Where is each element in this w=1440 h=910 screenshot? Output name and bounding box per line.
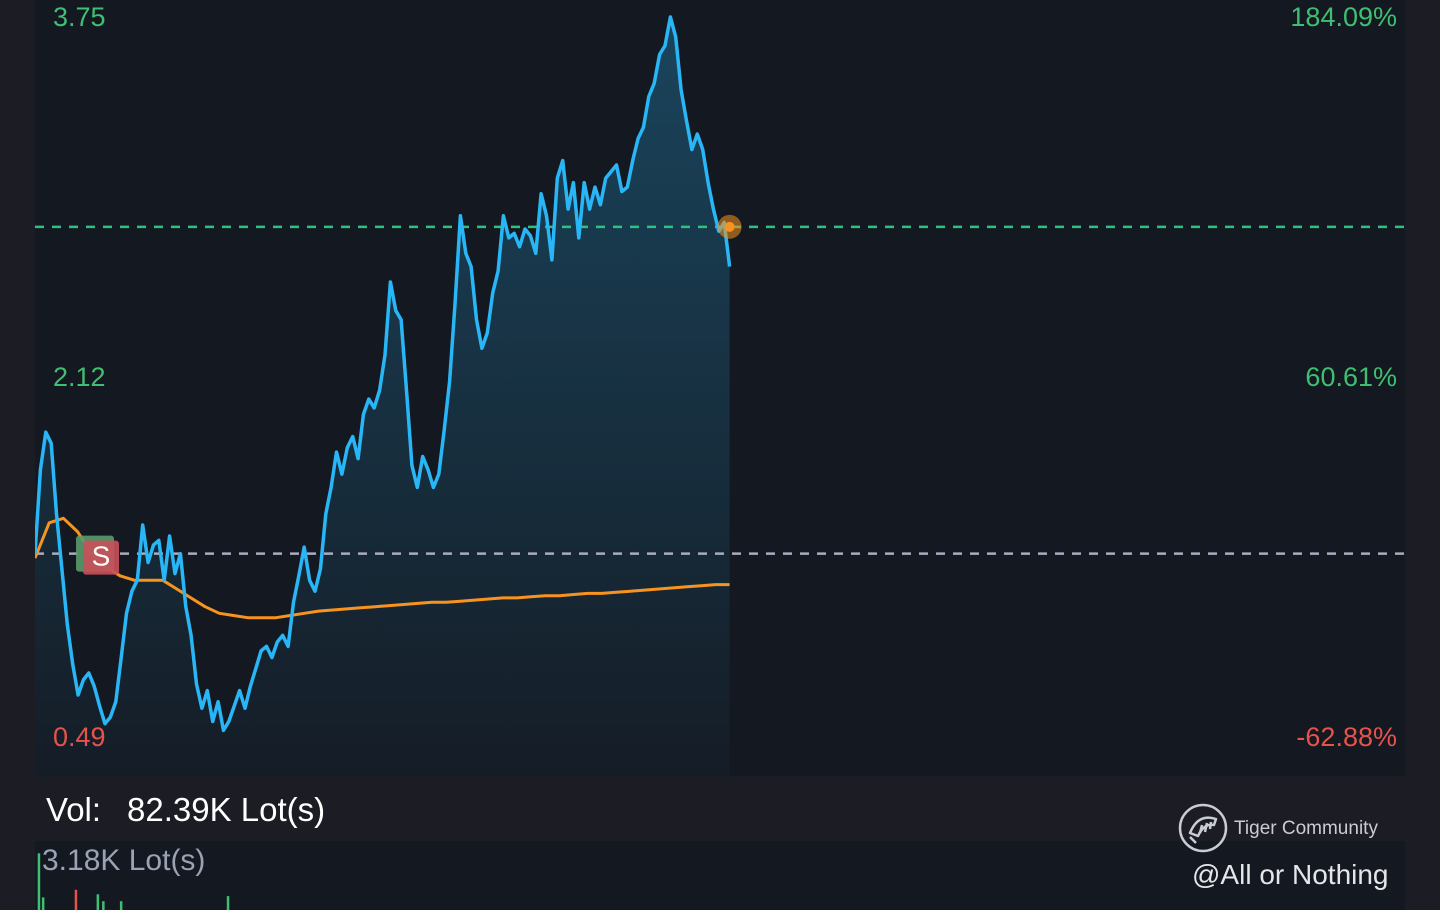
- watermark-community: Tiger Community: [1234, 818, 1378, 839]
- pct-axis-label-low: -62.88%: [1296, 722, 1397, 752]
- price-chart-svg: S: [35, 15, 1405, 776]
- volume-bar: [96, 894, 100, 910]
- y-axis-label-high: 3.75: [53, 2, 106, 32]
- price-area: [35, 17, 730, 776]
- pct-axis-label-mid: 60.61%: [1305, 362, 1397, 392]
- price-chart[interactable]: S: [35, 0, 1405, 776]
- volume-bar: [37, 853, 41, 910]
- y-axis-label-mid: 2.12: [53, 362, 106, 392]
- volume-label: Vol:: [46, 791, 102, 828]
- volume-bar: [226, 896, 230, 910]
- volume-max-label: 3.18K Lot(s): [42, 844, 206, 877]
- tiger-logo-icon: [1178, 803, 1228, 853]
- volume-bar: [41, 897, 45, 910]
- volume-summary: Vol: 82.39K Lot(s): [46, 790, 325, 830]
- trade-marker-label: S: [92, 541, 111, 572]
- volume-bar: [119, 901, 123, 910]
- watermark: Tiger Community @All or Nothing: [1178, 800, 1410, 905]
- volume-value: 82.39K Lot(s): [127, 791, 326, 828]
- current-point: [724, 221, 735, 232]
- y-axis-label-low: 0.49: [53, 722, 106, 752]
- pct-axis-label-high: 184.09%: [1290, 2, 1397, 32]
- volume-bar: [74, 889, 78, 910]
- watermark-user: @All or Nothing: [1192, 859, 1389, 890]
- volume-bar: [102, 901, 105, 910]
